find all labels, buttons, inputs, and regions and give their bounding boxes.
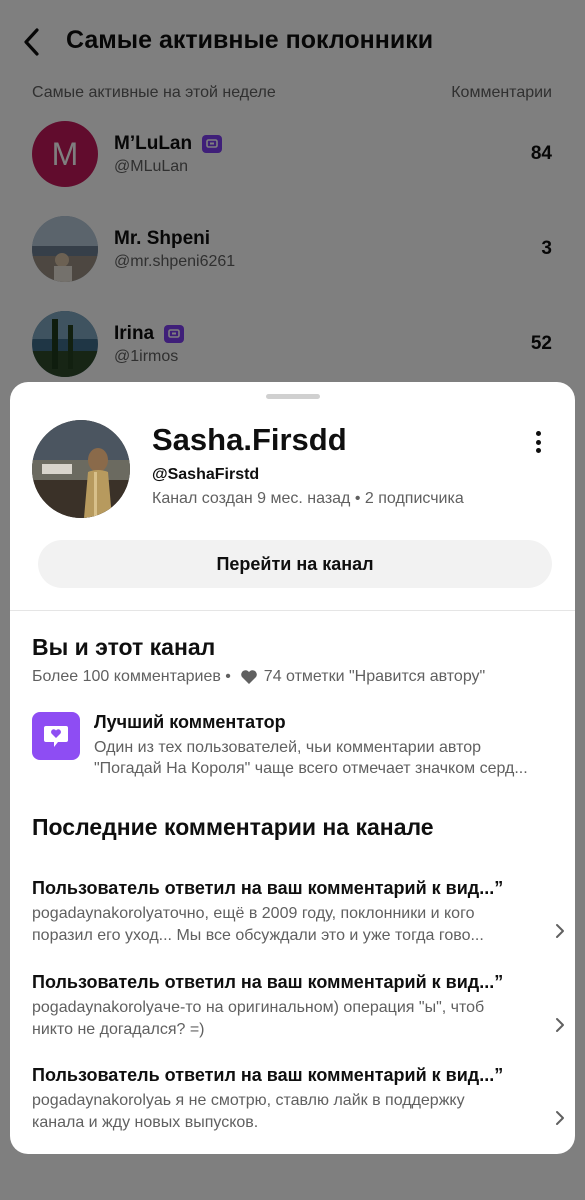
likes-stat: 74 отметки "Нравится автору"	[263, 668, 486, 685]
channel-avatar[interactable]	[32, 420, 130, 518]
comment-title: Пользователь ответил на ваш комментарий …	[32, 878, 504, 898]
top-commenter-title: Лучший комментатор	[94, 712, 286, 732]
subscriber-count: 2 подписчика	[364, 490, 464, 507]
comments-stat: Более 100 комментариев	[32, 668, 221, 685]
divider	[10, 610, 575, 611]
meta-separator: •	[354, 490, 365, 507]
comment-item[interactable]: Пользователь ответил на ваш комментарий …	[32, 1065, 564, 1154]
sheet-grabber[interactable]	[266, 394, 320, 399]
top-commenter-desc: Один из тех пользователей, чьи комментар…	[94, 739, 482, 756]
top-commenter-badge: Лучший комментатор Один из тех пользоват…	[32, 712, 572, 779]
top-commenter-text: Лучший комментатор Один из тех пользоват…	[94, 712, 572, 779]
meta-separator: •	[220, 668, 240, 685]
comment-item[interactable]: Пользователь ответил на ваш комментарий …	[32, 878, 564, 968]
comment-text: pogadaynakorolyaче-то на оригинальном) о…	[32, 999, 485, 1016]
comment-text: pogadaynakorolyaточно, ещё в 2009 году, …	[32, 905, 475, 922]
chevron-right-icon	[556, 1111, 564, 1125]
comment-text: поразил его уход... Мы все обсуждали это…	[32, 927, 484, 944]
comment-text: никто не догадался? =)	[32, 1021, 205, 1038]
top-commenter-desc: "Погадай На Короля" чаще всего отмечает …	[94, 760, 528, 777]
recent-comments-title: Последние комментарии на канале	[32, 814, 434, 840]
top-commenter-heart-icon	[32, 712, 80, 760]
chevron-right-icon	[556, 1018, 564, 1032]
heart-icon	[240, 670, 257, 684]
comment-text: канала и жду новых выпусков.	[32, 1114, 259, 1131]
stats-line: Более 100 комментариев • 74 отметки "Нра…	[32, 668, 485, 686]
go-to-channel-button[interactable]: Перейти на канал	[38, 540, 552, 588]
channel-created: Канал создан 9 мес. назад	[152, 490, 351, 507]
chevron-right-icon	[556, 924, 564, 938]
kebab-menu-icon[interactable]	[526, 428, 550, 456]
channel-sheet: Sasha.Firsdd @SashaFirstd Канал создан 9…	[10, 382, 575, 1154]
channel-handle: @SashaFirstd	[152, 466, 260, 483]
comment-item[interactable]: Пользователь ответил на ваш комментарий …	[32, 972, 564, 1062]
comment-text: pogadaynakorolyaь я не смотрю, ставлю ла…	[32, 1092, 465, 1109]
comment-title: Пользователь ответил на ваш комментарий …	[32, 1065, 504, 1085]
comment-title: Пользователь ответил на ваш комментарий …	[32, 972, 504, 992]
you-and-channel-title: Вы и этот канал	[32, 634, 216, 660]
channel-name: Sasha.Firsdd	[152, 422, 347, 457]
channel-meta: Канал создан 9 мес. назад • 2 подписчика	[152, 490, 464, 508]
